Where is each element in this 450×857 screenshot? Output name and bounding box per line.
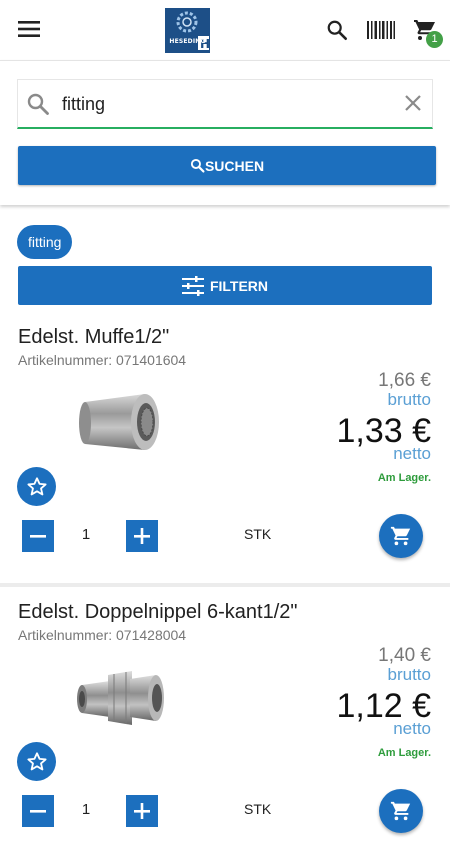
add-to-cart-button[interactable] [379, 514, 423, 558]
barcode-scan-button[interactable] [366, 15, 396, 45]
stock-status: Am Lager. [377, 747, 431, 759]
favorite-button[interactable] [17, 742, 56, 781]
product-card[interactable]: Edelst. Doppelnippel 6-kant1/2" Artikeln… [0, 587, 450, 857]
filter-button-label: FILTERN [209, 277, 269, 294]
search-icon [327, 20, 347, 40]
product-image[interactable] [70, 382, 170, 462]
plus-icon [134, 528, 150, 544]
unit-label: STK [244, 526, 272, 542]
logo-text: HESEDING [169, 38, 206, 45]
product-name[interactable]: Edelst. Muffe1/2" [18, 326, 169, 349]
netto-label: netto [393, 719, 431, 738]
active-filter-chip[interactable]: fitting [17, 225, 73, 259]
menu-button[interactable] [14, 14, 44, 44]
stock-status: Am Lager. [377, 472, 431, 484]
star-icon [26, 751, 47, 770]
plus-icon [134, 803, 150, 819]
product-article-number: Artikelnummer: 071401604 [18, 352, 187, 368]
product-article-number: Artikelnummer: 071428004 [18, 627, 187, 643]
quantity-value[interactable]: 1 [76, 526, 96, 543]
decrease-quantity-button[interactable] [22, 520, 54, 552]
product-card[interactable]: Edelst. Muffe1/2" Artikelnummer: 0714016… [0, 312, 450, 582]
brutto-label: brutto [387, 665, 431, 684]
cart-icon [390, 526, 411, 546]
cart-icon [390, 801, 411, 821]
brutto-price: 1,40 € [378, 645, 431, 666]
filter-button[interactable]: FILTERN [18, 266, 432, 305]
clear-search-button[interactable] [402, 92, 424, 119]
favorite-button[interactable] [17, 467, 56, 506]
netto-label: netto [393, 444, 431, 463]
minus-icon [30, 810, 46, 813]
unit-label: STK [244, 801, 272, 817]
search-field-icon [26, 92, 50, 121]
product-name[interactable]: Edelst. Doppelnippel 6-kant1/2" [18, 601, 298, 624]
company-logo[interactable]: H HESEDING [165, 8, 210, 53]
search-field[interactable] [17, 79, 433, 129]
increase-quantity-button[interactable] [126, 520, 158, 552]
search-panel: SUCHEN [0, 60, 450, 205]
tune-icon [181, 275, 204, 296]
app-bar: H HESEDING 1 [0, 0, 450, 60]
minus-icon [30, 535, 46, 538]
search-submit-button[interactable]: SUCHEN [18, 146, 436, 185]
gear-logo-icon: H [165, 8, 210, 53]
search-button[interactable] [322, 15, 352, 45]
search-button-label: SUCHEN [204, 157, 265, 174]
close-icon [405, 95, 421, 111]
add-to-cart-button[interactable] [379, 789, 423, 833]
star-icon [26, 476, 47, 495]
menu-icon [18, 21, 40, 37]
search-input[interactable] [62, 88, 382, 120]
search-icon [190, 158, 205, 173]
cart-count-badge: 1 [426, 31, 443, 48]
barcode-icon [367, 21, 395, 39]
brutto-price: 1,66 € [378, 370, 431, 391]
quantity-value[interactable]: 1 [76, 801, 96, 818]
product-image[interactable] [70, 657, 170, 737]
brutto-label: brutto [387, 390, 431, 409]
